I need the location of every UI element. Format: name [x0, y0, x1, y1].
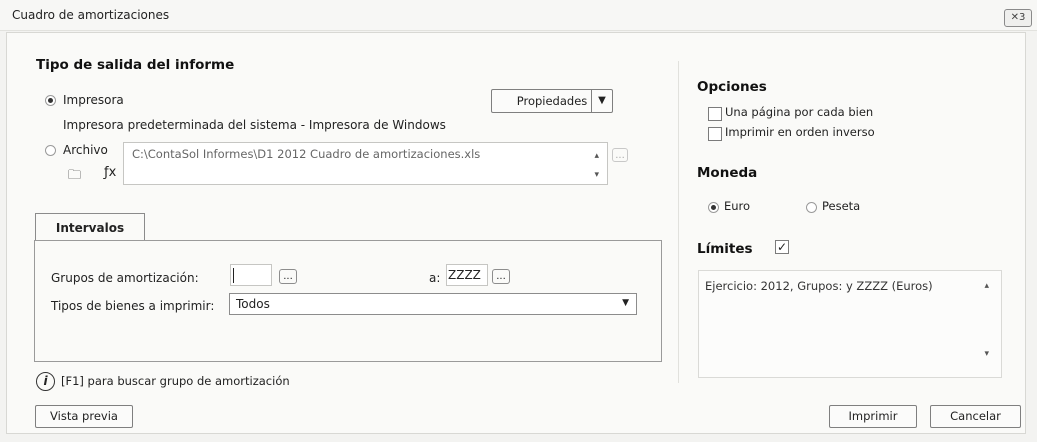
- preview-button[interactable]: Vista previa: [35, 405, 133, 428]
- peseta-radio[interactable]: [806, 202, 817, 213]
- group-from-browse-button[interactable]: ...: [279, 269, 297, 284]
- group-to-browse-button[interactable]: ...: [492, 269, 510, 284]
- one-page-label: Una página por cada bien: [725, 105, 874, 119]
- printer-description: Impresora predeterminada del sistema - I…: [63, 118, 446, 132]
- cancel-button[interactable]: Cancelar: [930, 405, 1021, 428]
- printer-label: Impresora: [63, 93, 124, 107]
- formula-icon[interactable]: ƒx: [104, 165, 116, 180]
- down-arrow-icon[interactable]: ▾: [594, 170, 599, 180]
- properties-button[interactable]: Propiedades ▼: [491, 89, 613, 113]
- preview-label: Vista previa: [50, 409, 118, 423]
- window-title: Cuadro de amortizaciones: [12, 8, 170, 22]
- print-button[interactable]: Imprimir: [829, 405, 917, 428]
- cancel-label: Cancelar: [950, 409, 1001, 423]
- currency-title: Moneda: [697, 165, 758, 181]
- browse-file-button[interactable]: ...: [612, 148, 628, 162]
- chevron-down-icon[interactable]: ▼: [591, 90, 612, 112]
- euro-radio[interactable]: [708, 202, 719, 213]
- peseta-label: Peseta: [822, 199, 861, 213]
- types-label: Tipos de bienes a imprimir:: [51, 299, 215, 313]
- tab-intervalos[interactable]: Intervalos: [35, 213, 145, 242]
- reverse-order-checkbox[interactable]: [708, 127, 722, 141]
- limits-summary-text: Ejercicio: 2012, Grupos: y ZZZZ (Euros): [705, 279, 933, 293]
- file-path-field[interactable]: C:\ContaSol Informes\D1 2012 Cuadro de a…: [123, 142, 608, 185]
- print-label: Imprimir: [848, 409, 898, 423]
- group-to-value: ZZZZ: [448, 268, 481, 282]
- reverse-order-label: Imprimir en orden inverso: [725, 125, 875, 139]
- up-arrow-icon[interactable]: ▴: [984, 281, 989, 291]
- text-cursor: [233, 268, 234, 283]
- types-select[interactable]: Todos ▼: [229, 293, 637, 315]
- close-button[interactable]: ✕3: [1004, 9, 1032, 27]
- file-label: Archivo: [63, 143, 108, 157]
- euro-label: Euro: [724, 199, 751, 213]
- vertical-divider: [678, 61, 679, 383]
- printer-radio[interactable]: [45, 95, 56, 106]
- limits-title: Límites: [697, 241, 753, 257]
- types-selected-value: Todos: [236, 297, 270, 311]
- info-icon: i: [36, 372, 55, 391]
- up-arrow-icon[interactable]: ▴: [594, 151, 599, 161]
- one-page-checkbox[interactable]: [708, 107, 722, 121]
- info-text: [F1] para buscar grupo de amortización: [61, 374, 290, 388]
- down-arrow-icon[interactable]: ▾: [984, 349, 989, 359]
- file-radio[interactable]: [45, 145, 56, 156]
- folder-icon[interactable]: 🗀: [68, 166, 81, 188]
- groups-label: Grupos de amortización:: [51, 271, 199, 285]
- limits-checkbox[interactable]: ✓: [775, 240, 789, 254]
- options-title: Opciones: [697, 79, 767, 95]
- tab-intervalos-label: Intervalos: [55, 221, 125, 235]
- file-path-value: C:\ContaSol Informes\D1 2012 Cuadro de a…: [132, 147, 481, 161]
- limits-summary-box[interactable]: Ejercicio: 2012, Grupos: y ZZZZ (Euros) …: [698, 270, 1002, 378]
- properties-label: Propiedades: [516, 94, 588, 108]
- group-from-input[interactable]: [230, 264, 272, 286]
- group-to-input[interactable]: ZZZZ: [446, 264, 488, 286]
- chevron-down-icon[interactable]: ▼: [622, 298, 629, 308]
- to-label: a:: [429, 271, 441, 285]
- output-section-title: Tipo de salida del informe: [36, 57, 235, 73]
